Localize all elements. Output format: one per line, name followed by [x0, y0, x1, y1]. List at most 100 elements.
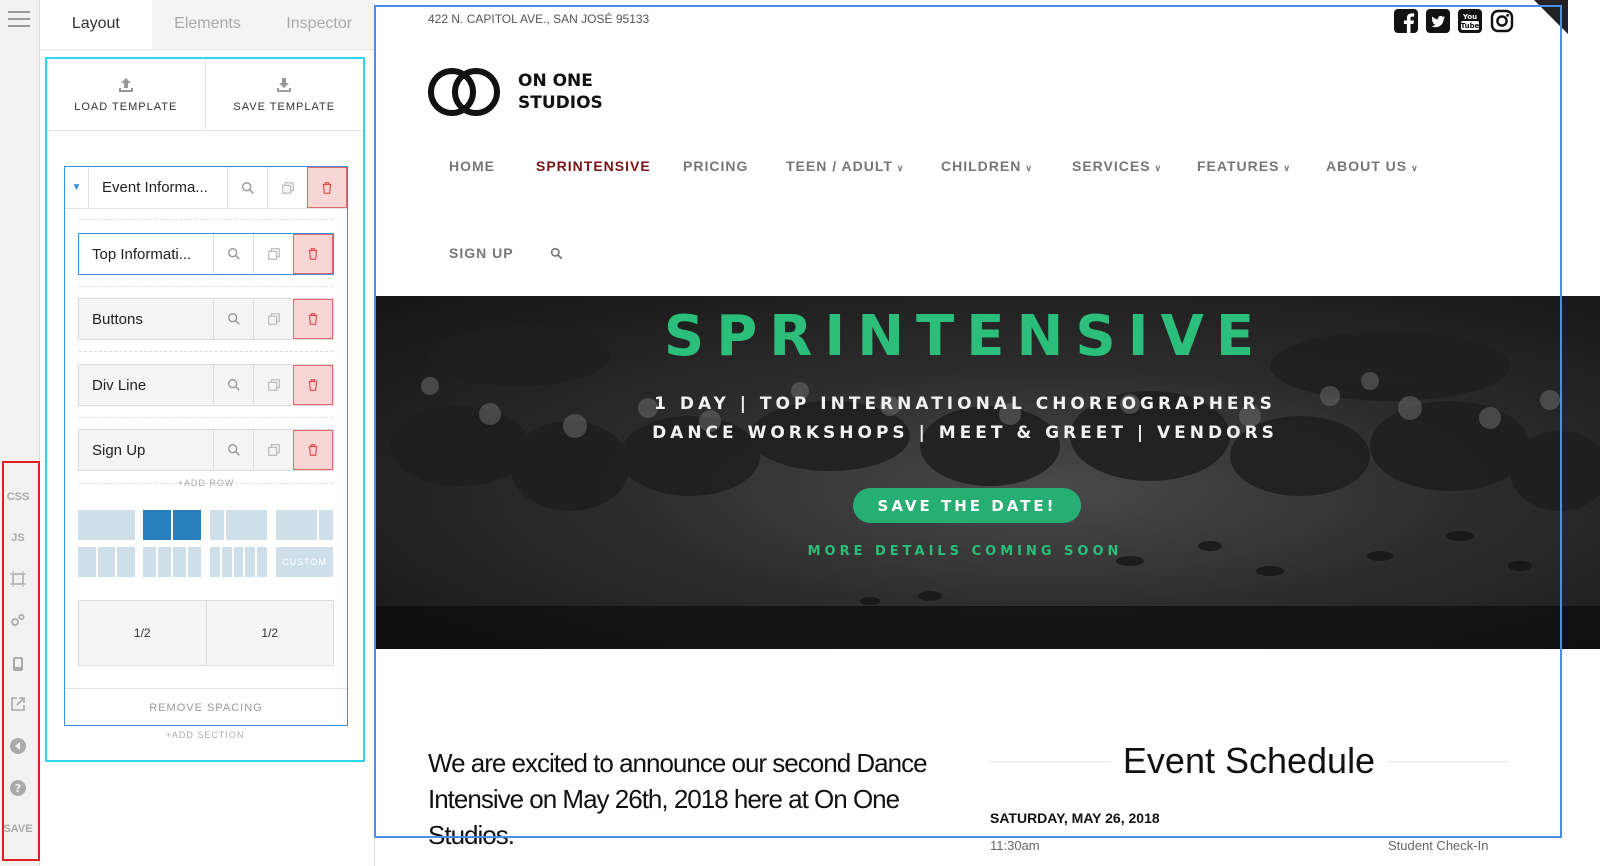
row-search-button[interactable]	[213, 234, 253, 274]
chevron-down-icon: ∨	[1411, 163, 1419, 173]
section-duplicate-button[interactable]	[267, 167, 307, 208]
save-button[interactable]: SAVE	[0, 809, 36, 849]
row-delete-button[interactable]	[293, 234, 333, 274]
chevron-down-icon: ∨	[1283, 163, 1292, 173]
nav-sprintensive[interactable]: SPRINTENSIVE	[536, 158, 651, 174]
builder-panel: Layout Elements Inspector LOAD TEMPLATE …	[40, 0, 375, 866]
nav-search-button[interactable]	[550, 247, 563, 263]
site-logo[interactable]: ON ONE STUDIOS	[428, 66, 603, 118]
layout-1-col[interactable]	[78, 510, 135, 540]
tab-elements[interactable]: Elements	[152, 0, 264, 49]
nav-features[interactable]: FEATURES ∨	[1197, 158, 1291, 174]
layout-1-3-col[interactable]	[210, 510, 267, 540]
hero-banner: SPRINTENSIVE 1 DAY | TOP INTERNATIONAL C…	[376, 296, 1600, 649]
schedule-time: 11:30am	[990, 838, 1040, 853]
row-delete-button[interactable]	[293, 365, 333, 405]
row-div-line: Div Line	[78, 364, 334, 406]
section-name[interactable]: Event Informa...	[89, 167, 227, 208]
add-row-button[interactable]: +ADD ROW	[65, 478, 347, 488]
nav-label: PRICING	[683, 158, 749, 174]
corner-handle[interactable]	[1534, 0, 1568, 34]
section-search-button[interactable]	[227, 167, 267, 208]
nav-about-us[interactable]: ABOUT US ∨	[1326, 158, 1419, 174]
trash-icon	[308, 379, 318, 391]
mobile-preview-button[interactable]	[0, 644, 36, 684]
row-duplicate-button[interactable]	[253, 299, 293, 339]
menu-icon[interactable]	[8, 11, 30, 27]
chevron-down-icon: ∨	[1154, 163, 1163, 173]
row-delete-button[interactable]	[293, 430, 333, 470]
layout-2-3-col[interactable]	[276, 510, 333, 540]
layout-panel: LOAD TEMPLATE SAVE TEMPLATE ▼ Event Info…	[45, 57, 365, 762]
row-label[interactable]: Sign Up	[79, 430, 213, 470]
save-template-button[interactable]: SAVE TEMPLATE	[204, 59, 364, 130]
layout-4-col[interactable]	[143, 547, 201, 577]
row-label[interactable]: Top Informati...	[79, 234, 213, 274]
css-button[interactable]: CSS	[0, 477, 36, 517]
layout-custom[interactable]: CUSTOM	[276, 547, 333, 577]
nav-services[interactable]: SERVICES ∨	[1072, 158, 1162, 174]
row-label[interactable]: Buttons	[79, 299, 213, 339]
back-button[interactable]	[0, 726, 36, 766]
column-half-left[interactable]: 1/2	[79, 601, 206, 665]
section-delete-button[interactable]	[307, 167, 347, 208]
nav-home[interactable]: HOME	[449, 158, 495, 174]
twitter-icon[interactable]	[1426, 8, 1450, 34]
logo-line-2: STUDIOS	[518, 93, 603, 113]
divider	[79, 351, 333, 352]
mobile-icon	[13, 657, 23, 671]
svg-text:Tube: Tube	[1461, 22, 1480, 30]
divider	[79, 417, 333, 418]
nav-label: TEEN / ADULT	[786, 158, 893, 174]
row-search-button[interactable]	[213, 430, 253, 470]
layout-3-col[interactable]	[78, 547, 136, 577]
open-external-button[interactable]	[0, 684, 36, 724]
help-icon: ?	[10, 780, 26, 796]
download-icon	[277, 77, 292, 92]
panel-tabs: Layout Elements Inspector	[40, 0, 375, 50]
row-search-button[interactable]	[213, 299, 253, 339]
logo-rings-icon	[428, 68, 500, 116]
site-preview: 422 N. CAPITOL AVE., SAN JOSÉ 95133 You T…	[376, 0, 1600, 866]
row-label[interactable]: Div Line	[79, 365, 213, 405]
upload-icon	[118, 77, 133, 92]
settings-button[interactable]	[0, 600, 36, 640]
add-section-button[interactable]: +ADD SECTION	[47, 730, 363, 740]
row-delete-button[interactable]	[293, 299, 333, 339]
frame-button[interactable]	[0, 559, 36, 599]
nav-sign-up[interactable]: SIGN UP	[449, 245, 514, 261]
help-button[interactable]: ?	[0, 768, 36, 808]
social-links: You Tube	[1394, 8, 1514, 34]
nav-pricing[interactable]: PRICING	[683, 158, 748, 174]
layout-2-col[interactable]	[143, 510, 201, 540]
tab-inspector[interactable]: Inspector	[263, 0, 375, 49]
nav-label: CHILDREN	[941, 158, 1022, 174]
row-top-information: Top Informati...	[78, 233, 334, 275]
nav-teen-adult[interactable]: TEEN / ADULT ∨	[786, 158, 904, 174]
nav-label: SERVICES	[1072, 158, 1151, 174]
row-search-button[interactable]	[213, 365, 253, 405]
row-duplicate-button[interactable]	[253, 234, 293, 274]
nav-children[interactable]: CHILDREN ∨	[941, 158, 1033, 174]
column-half-right[interactable]: 1/2	[205, 601, 334, 665]
save-template-label: SAVE TEMPLATE	[233, 100, 336, 113]
hero-title: SPRINTENSIVE	[663, 304, 1267, 369]
js-button[interactable]: JS	[0, 518, 36, 558]
instagram-icon[interactable]	[1490, 8, 1514, 34]
facebook-icon[interactable]	[1394, 8, 1418, 34]
save-the-date-button[interactable]: SAVE THE DATE!	[853, 488, 1081, 523]
tab-layout[interactable]: Layout	[40, 0, 152, 49]
row-duplicate-button[interactable]	[253, 430, 293, 470]
css-label: CSS	[6, 491, 30, 503]
collapse-caret-icon[interactable]: ▼	[65, 167, 89, 208]
layout-5-col[interactable]	[210, 547, 267, 577]
settings-icon	[11, 613, 25, 626]
youtube-icon[interactable]: You Tube	[1458, 8, 1482, 34]
chevron-down-icon: ∨	[896, 163, 905, 173]
remove-spacing-button[interactable]: REMOVE SPACING	[65, 688, 347, 726]
divider	[79, 286, 333, 287]
row-duplicate-button[interactable]	[253, 365, 293, 405]
load-template-button[interactable]: LOAD TEMPLATE	[47, 59, 205, 130]
duplicate-icon	[267, 248, 280, 260]
trash-icon	[322, 181, 332, 194]
